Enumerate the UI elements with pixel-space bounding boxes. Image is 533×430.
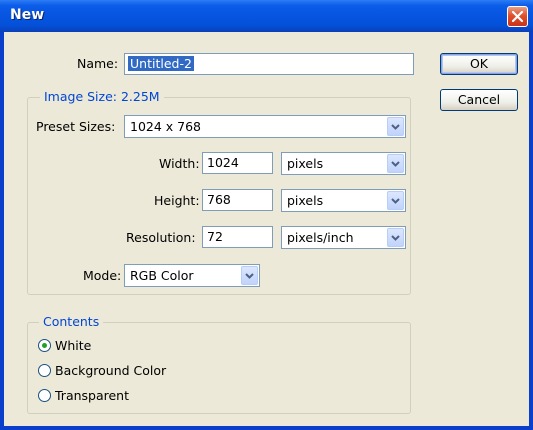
radio-transparent-label[interactable]: Transparent [55,388,129,403]
close-icon [511,10,524,23]
title-bar[interactable]: New [0,0,533,32]
radio-transparent[interactable] [38,389,51,402]
radio-background-color-label[interactable]: Background Color [55,363,166,378]
ok-button[interactable]: OK [440,53,518,75]
new-document-dialog: New Name: Untitled-2 OK Cancel Image Siz… [0,0,533,430]
chevron-down-icon[interactable] [387,154,404,173]
mode-value: RGB Color [130,268,194,283]
width-unit-select[interactable]: pixels [281,152,406,175]
resolution-unit-select[interactable]: pixels/inch [281,226,406,249]
dialog-body: Name: Untitled-2 OK Cancel Image Size: 2… [4,32,529,426]
name-value: Untitled-2 [128,56,194,71]
height-unit-select[interactable]: pixels [281,189,406,212]
cancel-button[interactable]: Cancel [440,89,518,111]
resolution-input[interactable]: 72 [202,226,273,248]
height-input[interactable]: 768 [202,189,273,211]
resolution-unit-value: pixels/inch [287,230,354,245]
chevron-down-icon[interactable] [387,228,404,247]
resolution-label: Resolution: [126,230,196,245]
height-label: Height: [154,193,200,208]
preset-sizes-value: 1024 x 768 [130,119,202,134]
radio-white-label[interactable]: White [55,338,91,353]
chevron-down-icon[interactable] [387,117,404,136]
window-title: New [10,7,45,23]
preset-sizes-label: Preset Sizes: [36,119,116,134]
name-input[interactable]: Untitled-2 [124,53,414,75]
name-label: Name: [77,56,119,71]
radio-white[interactable] [38,339,51,352]
chevron-down-icon[interactable] [241,266,258,285]
height-unit-value: pixels [287,193,324,208]
width-input[interactable]: 1024 [202,152,273,174]
close-button[interactable] [507,6,528,27]
radio-background-color[interactable] [38,364,51,377]
width-unit-value: pixels [287,156,324,171]
image-size-legend: Image Size: 2.25M [40,89,164,104]
chevron-down-icon[interactable] [387,191,404,210]
mode-select[interactable]: RGB Color [124,264,260,287]
contents-legend: Contents [39,314,104,329]
preset-sizes-select[interactable]: 1024 x 768 [124,115,406,138]
width-label: Width: [159,156,200,171]
mode-label: Mode: [83,268,122,283]
